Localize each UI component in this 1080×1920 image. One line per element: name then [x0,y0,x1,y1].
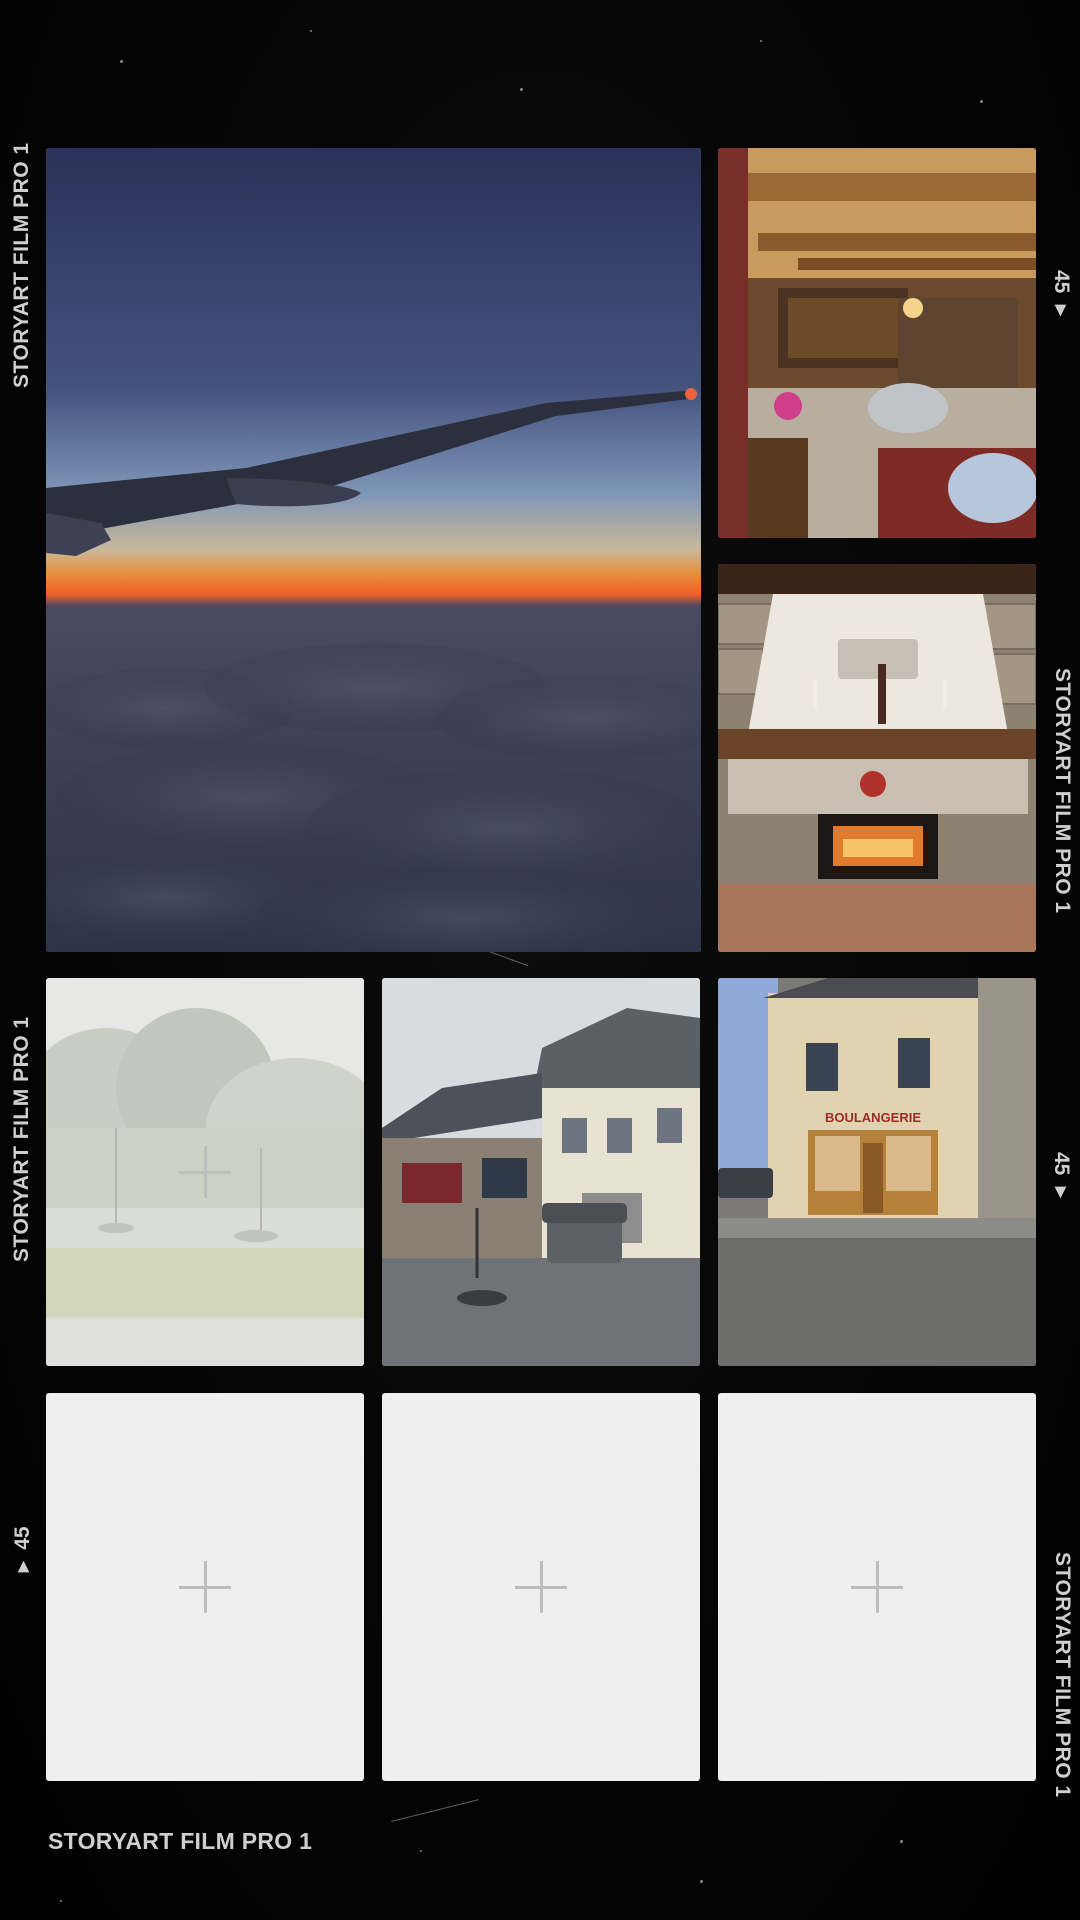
boulangerie-sign: BOULANGERIE [825,1110,921,1125]
photo-rainy-village-street [382,978,700,1366]
frame-marker-icon: ▸ [11,1561,34,1572]
dust-speck [760,40,762,42]
film-brand-label: STORYART FILM PRO 1 [1051,1552,1074,1798]
frame-number-label: 45 ▸ [1049,270,1074,316]
frame-marker-icon: ▸ [1050,1187,1073,1198]
film-brand-label: STORYART FILM PRO 1 [1051,668,1074,914]
plus-icon[interactable] [515,1561,567,1613]
empty-photo-slot[interactable] [718,1393,1036,1781]
film-brand-label: STORYART FILM PRO 1 [10,1016,33,1262]
photo-slot-timber-beam-living-room[interactable] [718,148,1036,538]
photo-timber-beam-living-room [718,148,1036,538]
empty-photo-slot[interactable] [382,1393,700,1781]
frame-number: 45 [11,1526,34,1550]
frame-number: 45 [1050,1152,1073,1176]
dust-speck [310,30,312,32]
dust-speck [700,1880,703,1883]
film-scratch [391,1799,479,1822]
photo-slot-rainy-village-street[interactable] [382,978,700,1366]
photo-boulangerie-shopfront: BOULANGERIE [718,978,1036,1366]
dust-speck [420,1850,422,1852]
photo-slot-foggy-harbor[interactable] [46,978,364,1366]
photo-stone-fireplace [718,564,1036,952]
photo-slot-boulangerie-shopfront[interactable]: BOULANGERIE [718,978,1036,1366]
cloud-layer [46,643,701,952]
frame-number-label: 45 ▸ [1049,1152,1074,1198]
dust-speck [120,60,123,63]
plus-icon[interactable] [179,1561,231,1613]
photo-slot-airplane-wing-sunset[interactable] [46,148,701,952]
empty-photo-slot[interactable] [46,1393,364,1781]
photo-airplane-wing-sunset [46,148,701,952]
film-brand-bottom-label: STORYART FILM PRO 1 [48,1828,313,1854]
frame-number: 45 [1050,270,1073,294]
frame-number-label: ▸ 45 [10,1526,35,1572]
plus-icon[interactable] [851,1561,903,1613]
photo-slot-stone-fireplace[interactable] [718,564,1036,952]
dust-speck [520,88,523,91]
dust-speck [980,100,983,103]
dust-speck [900,1840,903,1843]
frame-marker-icon: ▸ [1050,305,1073,316]
plus-icon[interactable] [179,1146,231,1198]
film-brand-label: STORYART FILM PRO 1 [10,142,33,388]
dust-speck [60,1900,62,1902]
